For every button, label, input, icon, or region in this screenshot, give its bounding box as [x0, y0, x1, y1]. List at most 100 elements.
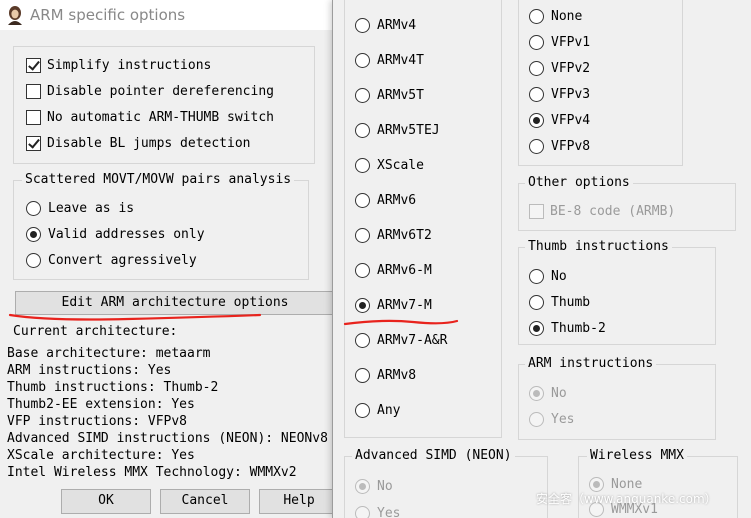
radio-circle[interactable]: [355, 193, 370, 208]
radio-circle[interactable]: [529, 61, 544, 76]
radio-circle[interactable]: [529, 295, 544, 310]
checkbox-box[interactable]: [529, 204, 544, 219]
radio-label: ARMv7-M: [377, 298, 432, 313]
thumb-radio-thumb-2[interactable]: Thumb-2: [529, 321, 606, 336]
vfp-radio-vfpv4[interactable]: VFPv4: [529, 113, 590, 128]
simd-radio-yes[interactable]: Yes: [355, 506, 400, 518]
red-annotation-underline: [8, 313, 262, 321]
radio-label: VFPv2: [551, 61, 591, 76]
base-arch-radio-armv7-m[interactable]: ARMv7-M: [355, 298, 432, 313]
radio-circle[interactable]: [355, 123, 370, 138]
radio-label: ARMv8: [377, 368, 417, 383]
radio-circle[interactable]: [26, 201, 41, 216]
radio-circle[interactable]: [529, 113, 544, 128]
radio-circle[interactable]: [355, 158, 370, 173]
thumb-radio-thumb[interactable]: Thumb: [529, 295, 590, 310]
radio-circle[interactable]: [355, 333, 370, 348]
checkbox-box[interactable]: [26, 110, 41, 125]
base-arch-radio-any[interactable]: Any: [355, 403, 400, 418]
radio-label: ARMv5TEJ: [377, 123, 440, 138]
no-auto-arm-thumb-checkbox[interactable]: No automatic ARM-THUMB switch: [26, 110, 274, 125]
arm-radio-no[interactable]: No: [529, 386, 567, 401]
base-arch-radio-armv8[interactable]: ARMv8: [355, 368, 416, 383]
arm-options-dialog: ARM specific options Simplify instructio…: [0, 0, 340, 518]
radio-circle[interactable]: [355, 53, 370, 68]
be8-code-checkbox[interactable]: BE-8 code (ARMB): [529, 204, 675, 219]
disable-bl-jumps-checkbox[interactable]: Disable BL jumps detection: [26, 136, 251, 151]
arm-radio-yes[interactable]: Yes: [529, 412, 574, 427]
movt-movw-group-title: Scattered MOVT/MOVW pairs analysis: [22, 172, 295, 187]
radio-circle[interactable]: [26, 253, 41, 268]
radio-circle[interactable]: [529, 87, 544, 102]
radio-label: No: [377, 479, 393, 494]
radio-circle[interactable]: [355, 506, 370, 518]
radio-label: No: [551, 386, 567, 401]
red-annotation-underline-armv7m: [343, 319, 459, 326]
vfp-radio-vfpv3[interactable]: VFPv3: [529, 87, 590, 102]
radio-label: ARMv7-A&R: [377, 333, 448, 348]
disable-pointer-deref-checkbox[interactable]: Disable pointer dereferencing: [26, 84, 274, 99]
radio-circle[interactable]: [529, 139, 544, 154]
radio-circle[interactable]: [529, 9, 544, 24]
thumb-instructions-group-title: Thumb instructions: [525, 239, 672, 254]
radio-circle[interactable]: [355, 368, 370, 383]
base-arch-radio-xscale[interactable]: XScale: [355, 158, 424, 173]
radio-circle[interactable]: [529, 386, 544, 401]
help-button[interactable]: Help: [259, 489, 339, 514]
wireless-mmx-group-title: Wireless MMX: [587, 448, 687, 463]
convert-agressively-radio[interactable]: Convert agressively: [26, 253, 197, 268]
simd-radio-no[interactable]: No: [355, 479, 393, 494]
base-arch-radio-armv5tej[interactable]: ARMv5TEJ: [355, 123, 440, 138]
radio-circle[interactable]: [529, 35, 544, 50]
radio-label: VFPv3: [551, 87, 591, 102]
other-options-group-title: Other options: [525, 175, 633, 190]
radio-circle[interactable]: [529, 412, 544, 427]
radio-circle[interactable]: [529, 321, 544, 336]
arch-info-line: Advanced SIMD instructions (NEON): NEONv…: [7, 431, 328, 446]
arm-instructions-group: [518, 364, 716, 440]
title-bar[interactable]: ARM specific options: [0, 0, 340, 30]
radio-circle[interactable]: [529, 269, 544, 284]
radio-label: ARMv6-M: [377, 263, 432, 278]
cancel-button[interactable]: Cancel: [160, 489, 250, 514]
radio-circle[interactable]: [355, 228, 370, 243]
checkbox-box[interactable]: [26, 84, 41, 99]
radio-label: Any: [377, 403, 401, 418]
arch-info-line: Thumb instructions: Thumb-2: [7, 380, 219, 395]
vfp-radio-vfpv2[interactable]: VFPv2: [529, 61, 590, 76]
arm-architecture-options-dialog: Other options BE-8 code (ARMB) Thumb ins…: [332, 0, 751, 518]
base-arch-radio-armv4[interactable]: ARMv4: [355, 18, 416, 33]
radio-circle[interactable]: [355, 18, 370, 33]
base-arch-radio-armv6-m[interactable]: ARMv6-M: [355, 263, 432, 278]
radio-circle[interactable]: [355, 403, 370, 418]
checkbox-box[interactable]: [26, 58, 41, 73]
radio-label: ARMv4: [377, 18, 417, 33]
base-arch-radio-armv6[interactable]: ARMv6: [355, 193, 416, 208]
ok-button[interactable]: OK: [61, 489, 151, 514]
radio-label: Thumb: [551, 295, 591, 310]
vfp-radio-vfpv1[interactable]: VFPv1: [529, 35, 590, 50]
thumb-radio-no[interactable]: No: [529, 269, 567, 284]
arch-info-line: Intel Wireless MMX Technology: WMMXv2: [7, 465, 297, 480]
radio-circle[interactable]: [26, 227, 41, 242]
advanced-simd-group-title: Advanced SIMD (NEON): [352, 448, 515, 463]
arm-instructions-group-title: ARM instructions: [525, 356, 657, 371]
radio-label: Thumb-2: [551, 321, 606, 336]
radio-circle[interactable]: [355, 298, 370, 313]
leave-as-is-radio[interactable]: Leave as is: [26, 201, 134, 216]
base-arch-radio-armv7-a-r[interactable]: ARMv7-A&R: [355, 333, 447, 348]
base-arch-radio-armv6t2[interactable]: ARMv6T2: [355, 228, 432, 243]
vfp-radio-none[interactable]: None: [529, 9, 582, 24]
simplify-instructions-checkbox[interactable]: Simplify instructions: [26, 58, 211, 73]
watermark-text: 安全客（www.anquanke.com）: [536, 492, 717, 506]
checkbox-box[interactable]: [26, 136, 41, 151]
app-icon: [8, 6, 22, 25]
vfp-radio-vfpv8[interactable]: VFPv8: [529, 139, 590, 154]
base-arch-radio-armv5t[interactable]: ARMv5T: [355, 88, 424, 103]
base-arch-radio-armv4t[interactable]: ARMv4T: [355, 53, 424, 68]
valid-addresses-only-radio[interactable]: Valid addresses only: [26, 227, 205, 242]
radio-circle[interactable]: [355, 263, 370, 278]
arch-info-line: XScale architecture: Yes: [7, 448, 195, 463]
radio-circle[interactable]: [355, 88, 370, 103]
radio-circle[interactable]: [355, 479, 370, 494]
